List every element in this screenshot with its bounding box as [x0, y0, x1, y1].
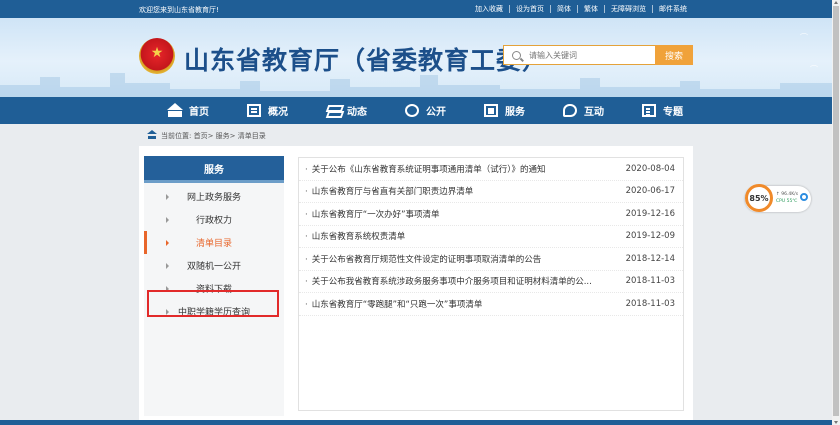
welcome-text: 欢迎您来到山东省教育厅! [139, 6, 219, 14]
layers-icon [326, 104, 340, 117]
nav-item-label: 专题 [663, 107, 683, 118]
sidebar-item-label: 行政权力 [195, 216, 232, 226]
set-homepage-link[interactable]: 设为首页 [509, 5, 550, 13]
list-item-title[interactable]: 关于公布《山东省教育系统证明事项通用清单（试行）》的通知 [305, 163, 546, 175]
list-item-title[interactable]: 山东省教育厅“一次办好”事项清单 [305, 208, 440, 220]
sidebar-item-random-inspection[interactable]: 双随机一公开 [144, 254, 284, 277]
accelerate-icon[interactable] [800, 193, 808, 201]
nav-item-service[interactable]: 服务 [484, 97, 525, 124]
bird-icon: ⌒ [810, 65, 818, 74]
bird-icon: ⌒ [800, 33, 808, 42]
highlight-annotation [147, 290, 279, 317]
top-links: 加入收藏 设为首页 简体 繁体 无障碍浏览 邮件系统 [469, 5, 693, 13]
search-bar: 搜索 [503, 45, 693, 65]
list-item-title[interactable]: 山东省教育厅“零跑腿”和“只跑一次”事项清单 [305, 298, 483, 310]
list-item[interactable]: 山东省教育系统权责清单 2019-12-09 [299, 226, 683, 248]
nav-item-topic[interactable]: 专题 [642, 97, 683, 124]
sidebar-title: 服务 [144, 156, 284, 183]
overview-icon [247, 104, 261, 117]
list-item-date: 2019-12-16 [625, 208, 675, 219]
nav-item-label: 首页 [189, 107, 209, 118]
nav-item-news[interactable]: 动态 [326, 97, 367, 124]
open-icon [405, 104, 419, 117]
list-item-date: 2018-12-14 [625, 253, 675, 264]
mail-system-link[interactable]: 邮件系统 [652, 5, 693, 13]
national-emblem-icon [139, 38, 175, 74]
list-item-title[interactable]: 关于公布省教育厅规范性文件设定的证明事项取消清单的公告 [305, 253, 542, 265]
caret-right-icon [166, 194, 169, 200]
search-button[interactable]: 搜索 [655, 45, 693, 65]
list-item[interactable]: 关于公布省教育厅规范性文件设定的证明事项取消清单的公告 2018-12-14 [299, 248, 683, 271]
list-item-date: 2018-11-03 [625, 298, 675, 309]
nav-item-label: 公开 [426, 107, 446, 118]
main-panel: 服务 网上政务服务 行政权力 清单目录 双随机一公开 资料下载 中职学籍学历查询… [139, 146, 693, 425]
site-title: 山东省教育厅（省委教育工委） [184, 46, 549, 75]
chat-icon [563, 104, 577, 117]
nav-item-interact[interactable]: 互动 [563, 97, 604, 124]
main-nav: 首页 概况 动态 公开 服务 互动 专题 [0, 97, 832, 124]
nav-item-open[interactable]: 公开 [405, 97, 446, 124]
nav-item-overview[interactable]: 概况 [247, 97, 288, 124]
sidebar-item-admin-power[interactable]: 行政权力 [144, 208, 284, 231]
nav-item-home[interactable]: 首页 [167, 97, 209, 124]
search-box [503, 45, 655, 65]
site-header: 山东省教育厅（省委教育工委） 搜索 ⌒ ⌒ [0, 18, 832, 97]
list-item[interactable]: 山东省教育厅“零跑腿”和“只跑一次”事项清单 2018-11-03 [299, 293, 683, 316]
sidebar-item-label: 清单目录 [195, 239, 232, 249]
topic-icon [642, 104, 656, 117]
scroll-up-icon[interactable] [834, 1, 838, 4]
search-icon [512, 50, 521, 60]
caret-right-icon [166, 217, 169, 223]
list-item-date: 2020-06-17 [625, 186, 675, 197]
caret-right-icon [166, 240, 169, 246]
sidebar-item-label: 网上政务服务 [186, 193, 241, 203]
list-item[interactable]: 山东省教育厅与省直有关部门职责边界清单 2020-06-17 [299, 181, 683, 203]
footer-strip [0, 420, 832, 425]
network-speed: ↑ 96.4K/s [776, 192, 799, 197]
nav-item-label: 服务 [505, 107, 525, 118]
system-monitor-widget[interactable]: 85% ↑ 96.4K/s CPU 55℃ [745, 184, 811, 212]
list-item-date: 2018-11-03 [625, 276, 675, 287]
nav-item-label: 动态 [347, 107, 367, 118]
usage-ring: 85% [745, 184, 773, 212]
scroll-down-icon[interactable] [834, 421, 838, 424]
service-icon [484, 104, 498, 117]
top-bar: 欢迎您来到山东省教育厅! 加入收藏 设为首页 简体 繁体 无障碍浏览 邮件系统 [0, 0, 832, 18]
breadcrumb-text[interactable]: 当前位置: 首页> 服务> 清单目录 [161, 131, 266, 141]
cpu-temp: CPU 55℃ [776, 199, 798, 204]
list-item-title[interactable]: 山东省教育系统权责清单 [305, 230, 406, 242]
scrollbar-thumb[interactable] [833, 6, 839, 416]
accessibility-link[interactable]: 无障碍浏览 [604, 5, 652, 13]
home-icon [147, 130, 157, 139]
list-item[interactable]: 关于公布《山东省教育系统证明事项通用清单（试行）》的通知 2020-08-04 [299, 158, 683, 181]
home-icon [167, 103, 183, 117]
list-item[interactable]: 关于公布我省教育系统涉政务服务事项中介服务项目和证明材料清单的公... 2018… [299, 271, 683, 293]
sidebar-item-online-services[interactable]: 网上政务服务 [144, 185, 284, 208]
nav-item-label: 互动 [584, 107, 604, 118]
sidebar-item-list-catalog[interactable]: 清单目录 [144, 231, 284, 254]
list-item-title[interactable]: 山东省教育厅与省直有关部门职责边界清单 [305, 185, 474, 197]
list-item[interactable]: 山东省教育厅“一次办好”事项清单 2019-12-16 [299, 203, 683, 226]
list-item-date: 2020-08-04 [625, 163, 675, 174]
sidebar: 服务 网上政务服务 行政权力 清单目录 双随机一公开 资料下载 中职学籍学历查询 [144, 156, 284, 419]
simplified-link[interactable]: 简体 [550, 5, 577, 13]
nav-item-label: 概况 [268, 107, 288, 118]
list-item-date: 2019-12-09 [625, 231, 675, 242]
search-input[interactable] [529, 50, 639, 60]
caret-right-icon [166, 263, 169, 269]
list-item-title[interactable]: 关于公布我省教育系统涉政务服务事项中介服务项目和证明材料清单的公... [305, 275, 592, 287]
catalog-list: 关于公布《山东省教育系统证明事项通用清单（试行）》的通知 2020-08-04 … [298, 157, 684, 411]
page-scrollbar[interactable] [832, 0, 840, 425]
monitor-stats: ↑ 96.4K/s CPU 55℃ [776, 191, 798, 205]
traditional-link[interactable]: 繁体 [577, 5, 604, 13]
sidebar-item-label: 双随机一公开 [186, 262, 241, 272]
breadcrumb: 当前位置: 首页> 服务> 清单目录 [147, 130, 266, 141]
add-favorite-link[interactable]: 加入收藏 [469, 5, 509, 13]
